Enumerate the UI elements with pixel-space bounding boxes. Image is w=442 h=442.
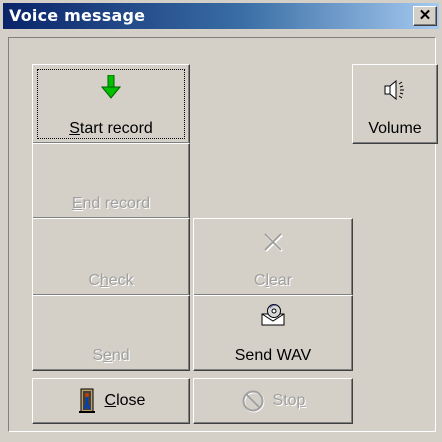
- clear-label: Clear: [253, 272, 293, 289]
- stop-button[interactable]: Stop: [193, 378, 353, 424]
- send-wav-label: Send WAV: [234, 347, 312, 364]
- send-button[interactable]: Send: [32, 295, 190, 371]
- speaker-icon: [384, 79, 404, 101]
- check-button[interactable]: Check: [32, 218, 190, 296]
- close-icon: ✕: [418, 7, 432, 24]
- voice-message-window: Voice message ✕ Start record Volume End …: [0, 0, 442, 442]
- end-record-label: End record: [71, 195, 151, 212]
- no-sign-icon: [242, 390, 264, 413]
- stop-label: Stop: [272, 392, 306, 409]
- green-down-arrow-icon: [101, 75, 121, 99]
- title-bar[interactable]: Voice message ✕: [3, 3, 439, 29]
- start-record-button[interactable]: Start record: [32, 64, 190, 144]
- x-cross-icon: [264, 233, 283, 252]
- door-exit-icon: [78, 388, 95, 413]
- volume-button[interactable]: Volume: [352, 64, 438, 144]
- check-label: Check: [88, 272, 134, 289]
- volume-label: Volume: [368, 120, 422, 137]
- close-button[interactable]: Close: [32, 378, 190, 424]
- envelope-disc-icon: [261, 304, 285, 326]
- close-label: Close: [104, 392, 146, 409]
- start-record-label: Start record: [69, 120, 153, 137]
- clear-button[interactable]: Clear: [193, 218, 353, 296]
- close-window-button[interactable]: ✕: [413, 6, 437, 26]
- send-label: Send: [92, 347, 130, 364]
- end-record-button[interactable]: End record: [32, 143, 190, 219]
- window-title: Voice message: [9, 6, 146, 25]
- send-wav-button[interactable]: Send WAV: [193, 295, 353, 371]
